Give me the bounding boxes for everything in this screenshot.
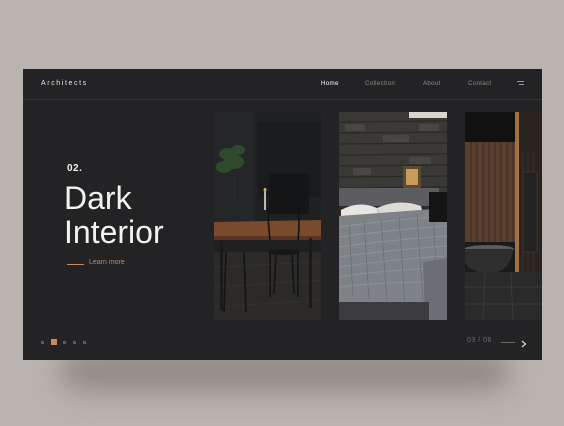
learn-more-line xyxy=(67,264,84,265)
slide-number: 02. xyxy=(67,163,83,174)
nav-collection[interactable]: Collection xyxy=(365,80,395,87)
top-navigation: Architects Home Collection About Contact xyxy=(23,69,542,100)
brand-logo[interactable]: Architects xyxy=(41,80,88,87)
slider-dot-1[interactable] xyxy=(41,341,44,344)
dining-room-illustration xyxy=(214,112,321,320)
gallery-image-bathroom[interactable] xyxy=(465,112,542,320)
nav-contact[interactable]: Contact xyxy=(468,80,491,87)
gallery-image-bedroom[interactable] xyxy=(339,112,447,320)
bedroom-illustration xyxy=(339,112,447,320)
slide-counter: 03 / 06 xyxy=(467,337,492,344)
hamburger-icon[interactable] xyxy=(517,81,524,87)
slider-dot-3[interactable] xyxy=(63,341,66,344)
bathroom-illustration xyxy=(465,112,542,320)
hero-title-line1: Dark xyxy=(64,180,132,216)
hero-title-line2: Interior xyxy=(64,214,164,250)
slide-counter-line xyxy=(501,342,515,343)
nav-home[interactable]: Home xyxy=(321,80,339,87)
gallery-image-dining[interactable] xyxy=(214,112,321,320)
hero-title: Dark Interior xyxy=(64,181,164,249)
slider-dot-2-active[interactable] xyxy=(51,339,57,345)
slider-dot-5[interactable] xyxy=(83,341,86,344)
slider-dot-4[interactable] xyxy=(73,341,76,344)
nav-about[interactable]: About xyxy=(423,80,441,87)
chevron-right-icon[interactable] xyxy=(519,336,529,348)
website-card: Architects Home Collection About Contact… xyxy=(23,69,542,360)
learn-more-label: Learn more xyxy=(89,259,125,266)
